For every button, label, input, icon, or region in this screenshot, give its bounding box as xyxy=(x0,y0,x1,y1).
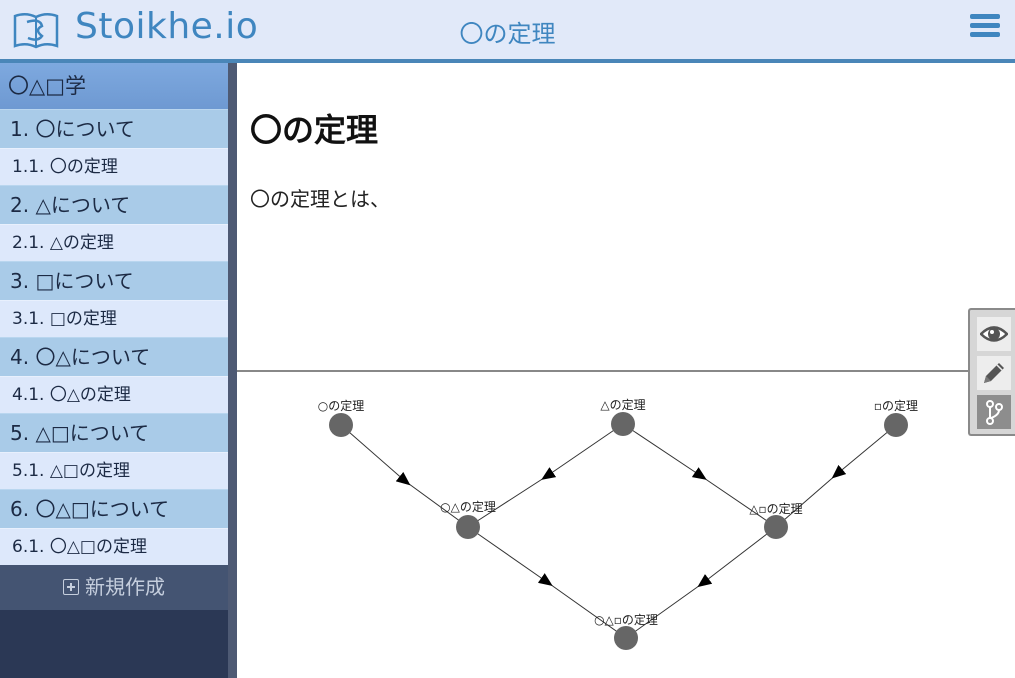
sidebar-chapter[interactable]: 1. 〇について xyxy=(0,109,228,148)
sidebar-section[interactable]: 6.1. 〇△□の定理 xyxy=(0,528,228,565)
sidebar: 〇△□学 1. 〇について 1.1. 〇の定理 2. △について 2.1. △の… xyxy=(0,63,228,678)
sidebar-chapter[interactable]: 6. 〇△□について xyxy=(0,489,228,528)
sidebar-heading[interactable]: 〇△□学 xyxy=(0,63,228,109)
sidebar-section[interactable]: 3.1. □の定理 xyxy=(0,300,228,337)
book-logo-icon[interactable] xyxy=(12,8,60,50)
edit-button[interactable] xyxy=(977,356,1011,390)
graph-node-label: ○△▫の定理 xyxy=(594,612,658,627)
graph-node-label: ○△の定理 xyxy=(440,499,496,514)
graph-node-label: ○の定理 xyxy=(318,398,364,413)
sidebar-section[interactable]: 1.1. 〇の定理 xyxy=(0,148,228,185)
graph-edges xyxy=(340,423,897,639)
document-body: 〇の定理とは、 xyxy=(250,187,390,211)
sidebar-chapter[interactable]: 5. △□について xyxy=(0,413,228,452)
sidebar-section[interactable]: 4.1. 〇△の定理 xyxy=(0,376,228,413)
graph-node[interactable]: ○の定理 xyxy=(318,398,364,437)
graph-node[interactable]: △の定理 xyxy=(600,397,646,436)
graph-node[interactable]: ▫の定理 xyxy=(874,398,918,437)
view-tool-panel xyxy=(968,308,1015,436)
graph-node-label: △の定理 xyxy=(600,397,645,412)
app-logo-text[interactable]: Stoikhe.io xyxy=(75,6,258,47)
hamburger-menu-icon[interactable] xyxy=(970,14,1000,44)
git-branch-icon xyxy=(986,400,1003,425)
graph-node[interactable]: ○△▫の定理 xyxy=(594,612,658,650)
sidebar-section[interactable]: 5.1. △□の定理 xyxy=(0,452,228,489)
sidebar-section[interactable]: 2.1. △の定理 xyxy=(0,224,228,261)
eye-icon xyxy=(980,326,1008,342)
pencil-icon xyxy=(984,363,1004,383)
sidebar-scrollbar[interactable] xyxy=(228,63,237,678)
graph-node-label: ▫の定理 xyxy=(874,398,918,413)
graph-node-label: △▫の定理 xyxy=(749,501,802,516)
new-page-label: 新規作成 xyxy=(85,575,165,599)
graph-view-button[interactable] xyxy=(977,395,1011,429)
new-page-button[interactable]: 新規作成 xyxy=(0,565,228,610)
plus-square-icon xyxy=(63,579,79,595)
sidebar-chapter[interactable]: 2. △について xyxy=(0,185,228,224)
graph-node[interactable]: ○△の定理 xyxy=(440,499,496,539)
app-header: Stoikhe.io 〇の定理 xyxy=(0,0,1015,63)
document-title: 〇の定理 xyxy=(250,111,379,149)
graph-node[interactable]: △▫の定理 xyxy=(749,501,803,539)
dependency-graph: ○の定理 △の定理 ▫の定理 ○△の定理 △▫の定理 ○△▫の定理 xyxy=(318,397,918,650)
sidebar-chapter[interactable]: 4. 〇△について xyxy=(0,337,228,376)
view-button[interactable] xyxy=(977,317,1011,351)
sidebar-chapter[interactable]: 3. □について xyxy=(0,261,228,300)
